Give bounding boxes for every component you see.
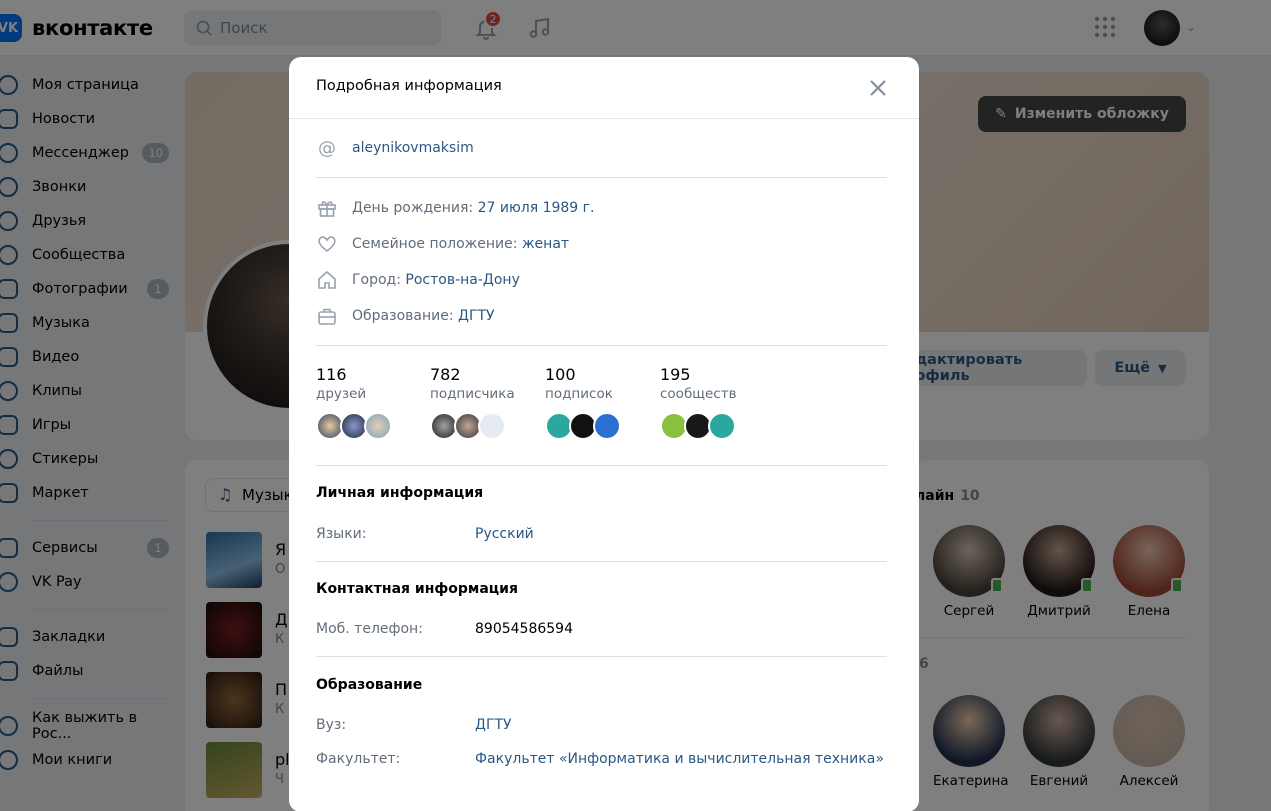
stat-avatars	[545, 412, 621, 440]
languages-label: Языки:	[316, 526, 367, 542]
birthday-label: День рождения:	[352, 200, 474, 216]
education-row: Образование: ДГТУ	[316, 305, 495, 327]
stat-label: сообществ	[660, 386, 737, 402]
divider	[316, 465, 887, 466]
marital-row: Семейное положение: женат	[316, 233, 569, 255]
stat-subscriptions[interactable]: 100 подписок	[545, 365, 621, 440]
avatar	[593, 412, 621, 440]
birthday-value[interactable]: 27 июля 1989 г.	[478, 200, 595, 216]
stat-number: 116	[316, 365, 347, 384]
detailed-info-modal: Подробная информация @ aleynikovmaksim Д…	[289, 57, 919, 811]
avatar	[708, 412, 736, 440]
avatar	[364, 412, 392, 440]
stat-number: 195	[660, 365, 691, 384]
city-row: Город: Ростов-на-Дону	[316, 269, 520, 291]
stat-label: подписчика	[430, 386, 515, 402]
personal-info-title: Личная информация	[316, 485, 484, 501]
stat-friends[interactable]: 116 друзей	[316, 365, 392, 440]
divider	[316, 656, 887, 657]
divider	[316, 345, 887, 346]
briefcase-icon	[318, 308, 336, 325]
university-value[interactable]: ДГТУ	[475, 717, 512, 733]
contact-info-title: Контактная информация	[316, 581, 518, 597]
university-label: Вуз:	[316, 717, 347, 733]
stat-avatars	[430, 412, 515, 440]
education-value[interactable]: ДГТУ	[458, 308, 495, 324]
at-sign-icon: @	[318, 137, 336, 159]
heart-icon	[318, 236, 336, 253]
stat-avatars	[660, 412, 737, 440]
birthday-row: День рождения: 27 июля 1989 г.	[316, 197, 594, 219]
stat-followers[interactable]: 782 подписчика	[430, 365, 515, 440]
stat-communities[interactable]: 195 сообществ	[660, 365, 737, 440]
modal-header: Подробная информация	[289, 57, 919, 119]
city-label: Город:	[352, 272, 401, 288]
home-icon	[318, 270, 336, 289]
username-row: @ aleynikovmaksim	[316, 137, 474, 159]
faculty-label: Факультет:	[316, 751, 401, 767]
gift-icon	[318, 201, 336, 217]
education-title: Образование	[316, 677, 423, 693]
close-icon[interactable]	[867, 77, 889, 99]
faculty-value[interactable]: Факультет «Информатика и вычислительная …	[475, 751, 884, 767]
stat-number: 782	[430, 365, 461, 384]
phone-label: Моб. телефон:	[316, 621, 423, 637]
stat-avatars	[316, 412, 392, 440]
camera-icon	[478, 412, 506, 440]
username-link[interactable]: aleynikovmaksim	[352, 140, 474, 156]
marital-label: Семейное положение:	[352, 236, 518, 252]
city-value[interactable]: Ростов-на-Дону	[405, 272, 519, 288]
stat-number: 100	[545, 365, 576, 384]
phone-value: 89054586594	[475, 621, 573, 637]
marital-value[interactable]: женат	[522, 236, 569, 252]
modal-title: Подробная информация	[316, 78, 502, 94]
stat-label: подписок	[545, 386, 613, 402]
divider	[316, 177, 887, 178]
education-label: Образование:	[352, 308, 454, 324]
stat-label: друзей	[316, 386, 367, 402]
languages-value[interactable]: Русский	[475, 526, 534, 542]
divider	[316, 561, 887, 562]
